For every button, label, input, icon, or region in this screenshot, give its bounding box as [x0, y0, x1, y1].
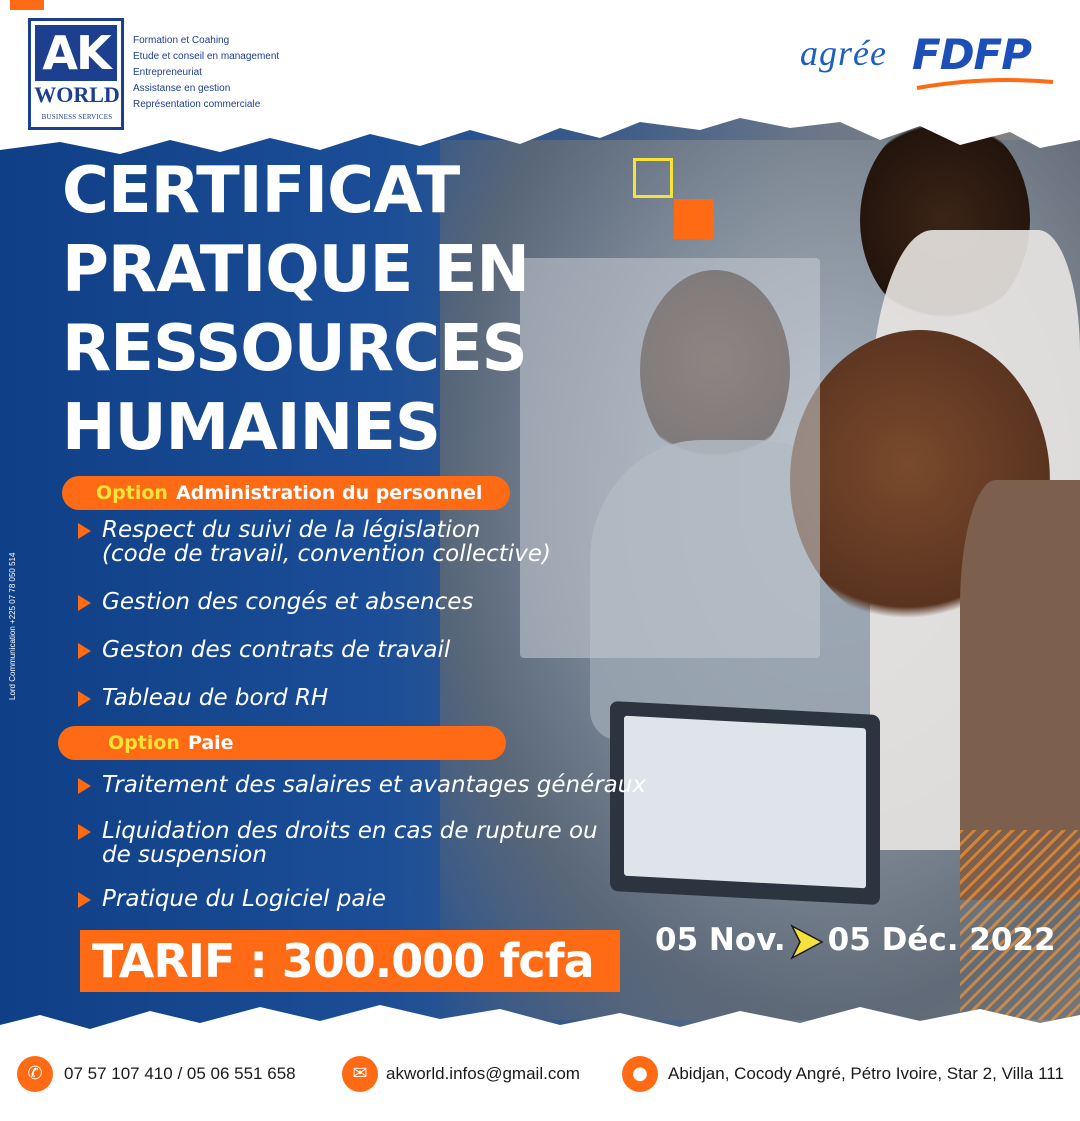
- tarif-banner: TARIF : 300.000 fcfa: [80, 930, 620, 992]
- date-end: 05 Déc. 2022: [827, 922, 1056, 958]
- option-label: Option: [108, 732, 180, 754]
- option-label: Option: [96, 482, 168, 504]
- logo-world-label: WORLD: [34, 82, 120, 107]
- list-item-line: de suspension: [102, 842, 267, 868]
- list-item-line: Geston des contrats de travail: [102, 637, 451, 663]
- envelope-icon: ✉: [342, 1056, 378, 1092]
- list-item: Gestion des congés et absences: [78, 590, 551, 614]
- ak-world-logo: AK WORLD BUSINESS SERVICES: [28, 18, 124, 130]
- list-item: Traitement des salaires et avantages gén…: [78, 773, 646, 797]
- phone-numbers[interactable]: 07 57 107 410 / 05 06 551 658: [64, 1062, 296, 1086]
- option-administration-list: Respect du suivi de la législation (code…: [78, 518, 551, 710]
- option-paie-list: Traitement des salaires et avantages gén…: [78, 773, 646, 911]
- location-pin-icon: ●: [622, 1056, 658, 1092]
- phone-icon: ✆: [17, 1056, 53, 1092]
- list-item: Liquidation des droits en cas de rupture…: [78, 819, 646, 867]
- corner-accent: [10, 0, 44, 10]
- date-start: 05 Nov.: [655, 922, 786, 958]
- service-item: Formation et Coahing: [133, 35, 230, 46]
- decorative-square-outline: [633, 158, 673, 198]
- list-item-line: Traitement des salaires et avantages gén…: [102, 772, 646, 798]
- service-item: Entrepreneuriat: [133, 67, 202, 78]
- logo-world-text: WORLD: [33, 83, 121, 107]
- logo-ak-text: AK: [35, 25, 117, 81]
- list-item-line: (code de travail, convention collective): [102, 541, 551, 567]
- service-item: Assistanse en gestion: [133, 83, 231, 94]
- services-list: Formation et Coahing Etude et conseil en…: [133, 33, 279, 113]
- list-item: Pratique du Logiciel paie: [78, 887, 646, 911]
- logo-subtitle: BUSINESS SERVICES: [41, 113, 113, 121]
- title-line: RESSOURCES: [62, 312, 528, 386]
- list-item: Tableau de bord RH: [78, 686, 551, 710]
- date-range: 05 Nov. 05 Déc. 2022: [655, 918, 1056, 962]
- list-item: Geston des contrats de travail: [78, 638, 551, 662]
- decorative-square-filled: [674, 199, 714, 239]
- title-line: HUMAINES: [62, 391, 441, 465]
- title-line: PRATIQUE EN: [62, 233, 530, 307]
- list-item-line: Respect du suivi de la législation: [102, 517, 481, 543]
- main-title: CERTIFICAT PRATIQUE EN RESSOURCES HUMAIN…: [62, 152, 622, 468]
- agree-label: agrée: [800, 33, 887, 73]
- contact-footer: ✆ 07 57 107 410 / 05 06 551 658 ✉ akworl…: [0, 1050, 1080, 1100]
- option-administration-pill: Option Administration du personnel: [62, 476, 510, 510]
- designer-credit: Lord Communication +225 07 78 050 514: [8, 552, 17, 700]
- service-item: Représentation commerciale: [133, 99, 261, 110]
- list-item-line: Tableau de bord RH: [102, 685, 329, 711]
- option-paie-pill: Option Paie: [58, 726, 506, 760]
- laptop-display: [624, 715, 866, 889]
- fdfp-swoosh-icon: [916, 78, 1054, 90]
- list-item: Respect du suivi de la législation (code…: [78, 518, 551, 566]
- list-item-line: Gestion des congés et absences: [102, 589, 474, 615]
- list-item-line: Pratique du Logiciel paie: [102, 886, 386, 912]
- title-line: CERTIFICAT: [62, 154, 460, 228]
- date-arrow-icon: [789, 923, 824, 960]
- email-address[interactable]: akworld.infos@gmail.com: [386, 1062, 580, 1086]
- laptop-screen: [610, 700, 880, 906]
- list-item-line: Liquidation des droits en cas de rupture…: [102, 818, 598, 844]
- service-item: Etude et conseil en management: [133, 51, 280, 62]
- fdfp-logo: FDFP: [912, 30, 1032, 79]
- address-text: Abidjan, Cocody Angré, Pétro Ivoire, Sta…: [668, 1064, 1064, 1083]
- option-name: Administration du personnel: [175, 482, 483, 504]
- option-name: Paie: [187, 732, 234, 754]
